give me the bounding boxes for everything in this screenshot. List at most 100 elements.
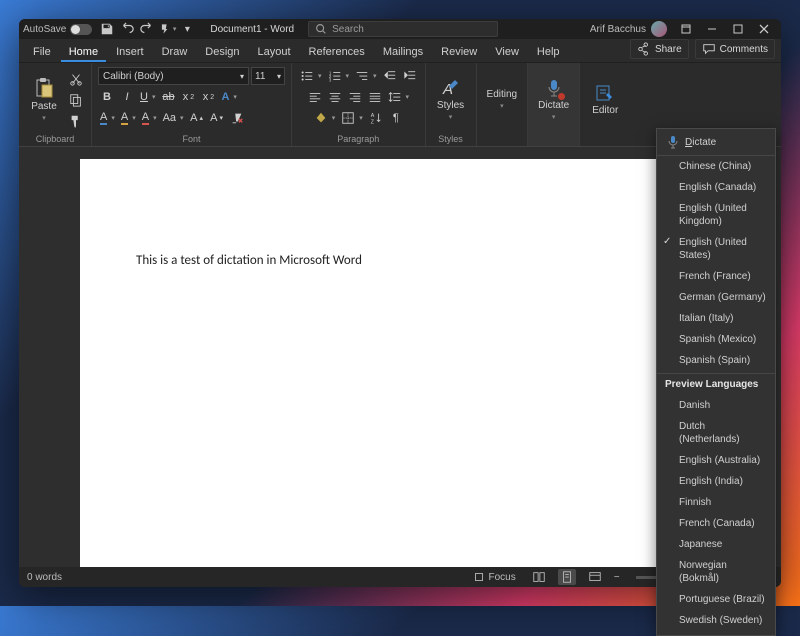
show-marks-icon[interactable]: ¶ [387,109,405,127]
font-color-button[interactable]: A [98,109,117,127]
redo-icon[interactable] [138,20,156,38]
comments-button[interactable]: Comments [695,39,775,59]
user-account[interactable]: Arif Bacchus [590,21,667,37]
borders-icon[interactable] [339,109,365,127]
share-icon [637,42,651,56]
tab-insert[interactable]: Insert [108,42,152,62]
page[interactable]: This is a test of dictation in Microsoft… [80,159,720,567]
align-left-icon[interactable] [306,88,324,106]
change-case-button[interactable]: Aa [161,109,186,127]
window-controls [673,19,777,39]
language-option[interactable]: German (Germany) [657,287,775,308]
sort-icon[interactable]: AZ [367,109,385,127]
group-font: Calibri (Body) ▾ 11 ▾ B I U ab x2 x2 A [92,63,292,146]
print-layout-icon[interactable] [558,569,576,585]
maximize-icon[interactable] [725,19,751,39]
tab-mailings[interactable]: Mailings [375,42,431,62]
tab-home[interactable]: Home [61,42,106,62]
focus-mode-button[interactable]: Focus [468,569,520,585]
language-option[interactable]: Finnish [657,492,775,513]
font-size-combo[interactable]: 11 ▾ [251,67,285,85]
format-painter-icon[interactable] [67,112,85,130]
close-icon[interactable] [751,19,777,39]
editing-button[interactable]: Editing ▾ [483,87,522,112]
microphone-icon [545,78,563,98]
language-option[interactable]: French (France) [657,266,775,287]
shading-fill-icon[interactable] [312,109,338,127]
paste-label: Paste [31,101,57,112]
svg-text:Z: Z [371,119,375,125]
editor-button[interactable]: Editor [586,81,624,118]
tab-design[interactable]: Design [197,42,247,62]
styles-button[interactable]: A Styles ▾ [432,76,470,123]
toggle-switch-icon[interactable] [70,24,92,35]
font-name-combo[interactable]: Calibri (Body) ▾ [98,67,249,85]
tab-references[interactable]: References [301,42,373,62]
dictate-button[interactable]: Dictate ▾ [534,76,573,123]
chevron-down-icon: ▾ [552,113,556,121]
superscript-button[interactable]: x2 [199,88,217,106]
language-option[interactable]: French (Canada) [657,513,775,534]
save-icon[interactable] [98,20,116,38]
language-option[interactable]: Danish [657,395,775,416]
text-effects-button[interactable]: A [219,88,238,106]
editor-label: Editor [592,105,618,116]
justify-icon[interactable] [366,88,384,106]
language-option[interactable]: Chinese (China) [657,156,775,177]
word-count[interactable]: 0 words [27,572,62,583]
language-option[interactable]: English (Canada) [657,177,775,198]
copy-icon[interactable] [67,91,85,109]
language-option[interactable]: Portuguese (Brazil) [657,589,775,610]
language-option[interactable]: Italian (Italy) [657,308,775,329]
language-option[interactable]: English (United States) [657,232,775,266]
align-right-icon[interactable] [346,88,364,106]
share-button[interactable]: Share [630,39,689,59]
search-box[interactable]: Search [308,21,498,37]
language-option[interactable]: English (India) [657,471,775,492]
dictate-menu-header[interactable]: Dictate [657,129,775,156]
decrease-indent-icon[interactable] [381,67,399,85]
grow-font-icon[interactable]: A▴ [188,109,206,127]
increase-indent-icon[interactable] [401,67,419,85]
tab-layout[interactable]: Layout [250,42,299,62]
tab-review[interactable]: Review [433,42,485,62]
language-option[interactable]: Dutch (Netherlands) [657,416,775,450]
read-mode-icon[interactable] [530,569,548,585]
language-option[interactable]: Spanish (Mexico) [657,329,775,350]
tab-draw[interactable]: Draw [154,42,196,62]
minimize-icon[interactable] [699,19,725,39]
web-layout-icon[interactable] [586,569,604,585]
qat-more-icon[interactable] [158,20,176,38]
language-option[interactable]: Japanese [657,534,775,555]
subscript-button[interactable]: x2 [179,88,197,106]
bullets-icon[interactable] [298,67,324,85]
language-option[interactable]: Spanish (Spain) [657,350,775,371]
ribbon-display-icon[interactable] [673,19,699,39]
share-label: Share [655,44,682,55]
strikethrough-button[interactable]: ab [159,88,177,106]
align-center-icon[interactable] [326,88,344,106]
qat-customize-icon[interactable]: ▾ [178,20,196,38]
language-option[interactable]: Norwegian (Bokmål) [657,555,775,589]
autosave-toggle[interactable]: AutoSave [23,24,92,35]
italic-button[interactable]: I [118,88,136,106]
language-option[interactable]: Swedish (Sweden) [657,610,775,631]
tab-help[interactable]: Help [529,42,568,62]
language-option[interactable]: English (United Kingdom) [657,198,775,232]
shading-button[interactable]: A [140,109,159,127]
zoom-out-icon[interactable]: − [614,572,620,583]
underline-button[interactable]: U [138,88,157,106]
undo-icon[interactable] [118,20,136,38]
bold-button[interactable]: B [98,88,116,106]
numbering-icon[interactable]: 123 [326,67,352,85]
language-option[interactable]: English (Australia) [657,450,775,471]
clear-formatting-icon[interactable] [228,109,246,127]
multilevel-list-icon[interactable] [353,67,379,85]
tab-view[interactable]: View [487,42,527,62]
paste-button[interactable]: Paste ▾ [25,75,63,124]
cut-icon[interactable] [67,70,85,88]
highlight-button[interactable]: A [119,109,138,127]
line-spacing-icon[interactable] [386,88,412,106]
tab-file[interactable]: File [25,42,59,62]
shrink-font-icon[interactable]: A▾ [208,109,226,127]
